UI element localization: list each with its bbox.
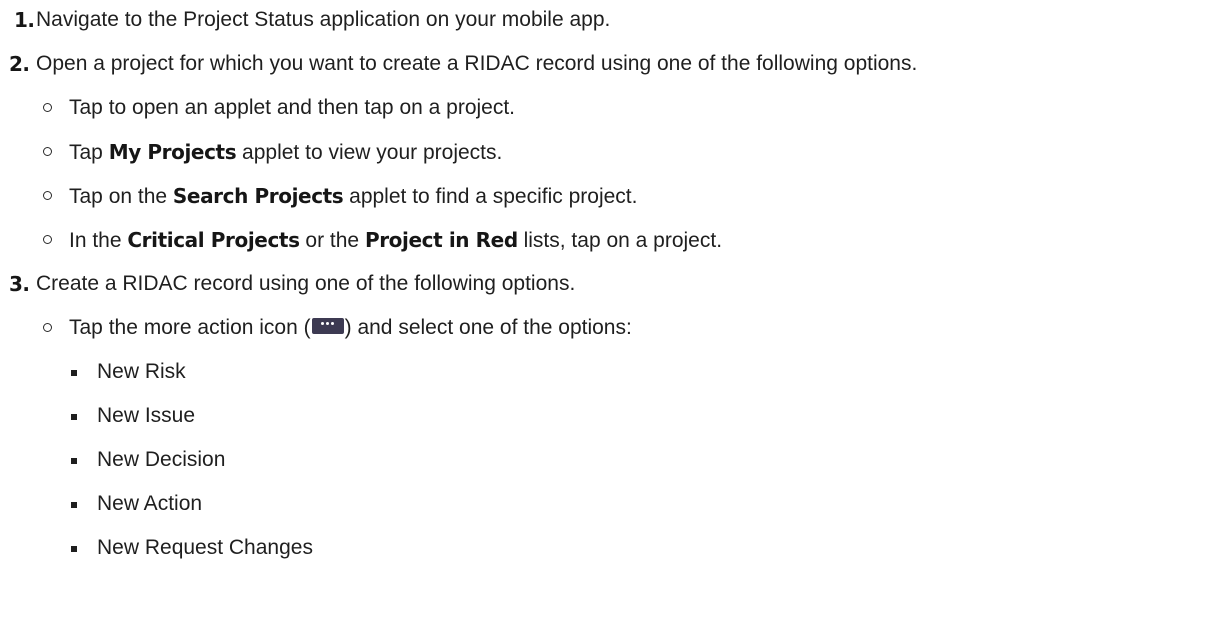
sub-option-text: New Risk (97, 360, 186, 383)
option-text: Tap My Projects applet to view your proj… (69, 140, 503, 164)
sub-option-text: New Action (97, 492, 203, 515)
step-text: Navigate to the Project Status applicati… (36, 8, 611, 31)
square-bullet-icon (71, 414, 77, 420)
project-in-red-label: Project in Red (364, 228, 518, 252)
sub-option-text: New Request Changes (97, 536, 313, 559)
step-number: 2. (9, 52, 30, 76)
step-number: 1. (14, 8, 35, 32)
option-text: Tap on the Search Projects applet to fin… (69, 184, 638, 208)
sub-option-text: New Issue (97, 404, 196, 427)
step-number: 3. (9, 272, 30, 296)
my-projects-label: My Projects (108, 140, 237, 164)
instructions-page: 1. Navigate to the Project Status applic… (0, 0, 1218, 619)
square-bullet-icon (71, 546, 77, 552)
circle-bullet-icon (43, 323, 52, 332)
option-text: Tap to open an applet and then tap on a … (69, 96, 516, 119)
circle-bullet-icon (43, 191, 52, 200)
circle-bullet-icon (43, 103, 52, 112)
option-text: Tap the more action icon () and select o… (69, 316, 632, 339)
step-text: Open a project for which you want to cre… (36, 52, 918, 75)
circle-bullet-icon (43, 235, 52, 244)
search-projects-label: Search Projects (172, 184, 344, 208)
step-text: Create a RIDAC record using one of the f… (36, 272, 576, 295)
sub-option-text: New Decision (97, 448, 226, 471)
square-bullet-icon (71, 502, 77, 508)
more-actions-icon (311, 318, 344, 335)
square-bullet-icon (71, 458, 77, 464)
critical-projects-label: Critical Projects (127, 228, 300, 252)
circle-bullet-icon (43, 147, 52, 156)
square-bullet-icon (71, 370, 77, 376)
option-text: In the Critical Projects or the Project … (69, 228, 723, 252)
